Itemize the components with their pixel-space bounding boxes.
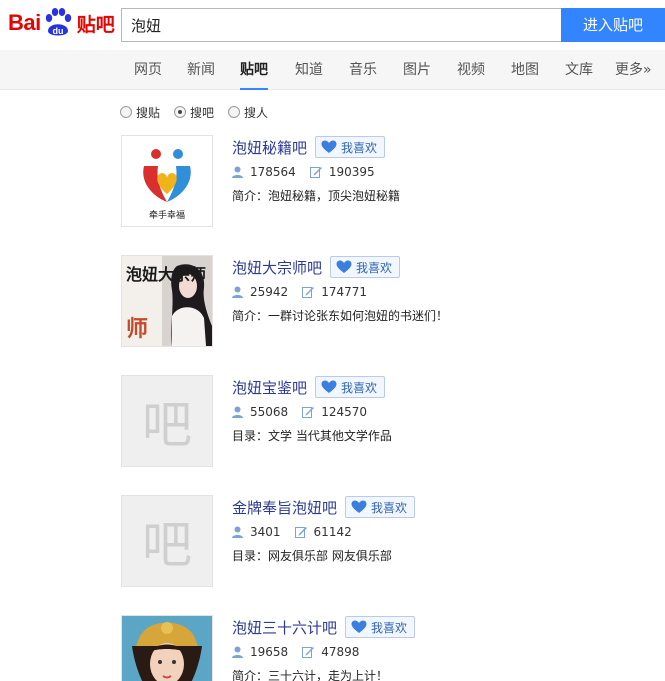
placeholder-glyph: 吧: [142, 516, 192, 574]
edit-icon: [302, 287, 315, 298]
nav-item-images[interactable]: 图片: [403, 50, 431, 90]
bar-description: 简介：泡妞秘籍，顶尖泡妞秘籍: [232, 189, 401, 203]
bar-title-link[interactable]: 泡妞大宗师吧: [232, 257, 322, 278]
edit-icon: [309, 167, 322, 178]
bar-category: 目录：网友俱乐部 网友俱乐部: [232, 549, 392, 563]
bar-title-link[interactable]: 泡妞秘籍吧: [232, 137, 307, 158]
result-item: 泡妞三十六计吧 我喜欢 19658 47898 简介：三十六计，走为上计！: [121, 615, 641, 681]
like-button[interactable]: 我喜欢: [345, 616, 416, 638]
user-icon: [232, 646, 243, 658]
result-item: 泡妞大宗师 师 泡妞大宗师吧 我喜欢 25942 174771 简介：一群讨论张…: [121, 255, 641, 347]
post-count-value: 190395: [328, 165, 375, 179]
user-icon: [232, 166, 243, 178]
nav-item-video[interactable]: 视频: [457, 50, 485, 90]
member-count-value: 55068: [250, 405, 289, 419]
logo-du-text: du: [52, 26, 63, 36]
user-icon: [232, 286, 243, 298]
logo-tieba-text: 贴吧: [76, 13, 115, 36]
placeholder-glyph: 吧: [142, 396, 192, 454]
nav-item-wenku[interactable]: 文库: [565, 50, 593, 90]
bar-description: 简介：一群讨论张东如何泡妞的书迷们！: [232, 309, 449, 323]
radio-button[interactable]: [228, 106, 241, 118]
radio-label: 搜吧: [190, 105, 215, 120]
edit-icon: [294, 527, 307, 538]
member-count-value: 3401: [250, 525, 281, 539]
baidu-tieba-logo[interactable]: Bai du 贴吧: [8, 6, 115, 40]
result-item: 吧 金牌奉旨泡妞吧 我喜欢 3401 61142 目录：网友俱乐部 网友俱乐部: [121, 495, 641, 587]
post-count: 47898: [302, 645, 359, 659]
result-item: 牵手幸福 泡妞秘籍吧 我喜欢 178564 190395 简介：泡妞秘籍，顶尖泡…: [121, 135, 641, 227]
nav-item-zhidao[interactable]: 知道: [295, 50, 323, 90]
post-count-value: 61142: [313, 525, 352, 539]
radio-label: 搜贴: [136, 105, 161, 120]
post-count-value: 174771: [321, 285, 367, 299]
user-icon: [232, 406, 243, 418]
bar-avatar[interactable]: [121, 615, 213, 681]
radio-button-checked[interactable]: [174, 106, 187, 118]
like-button[interactable]: 我喜欢: [315, 136, 386, 158]
header: Bai du 贴吧 进入贴吧: [0, 0, 665, 50]
radio-search-bars[interactable]: 搜吧: [174, 104, 214, 121]
radio-search-users[interactable]: 搜人: [228, 104, 268, 121]
bar-title-link[interactable]: 金牌奉旨泡妞吧: [232, 497, 337, 518]
nav-item-news[interactable]: 新闻: [187, 50, 215, 90]
radio-label: 搜人: [244, 105, 269, 120]
nav-item-web[interactable]: 网页: [134, 50, 162, 90]
member-count: 178564: [232, 165, 296, 179]
heart-icon: [351, 500, 367, 513]
like-label: 我喜欢: [371, 500, 408, 515]
post-count: 174771: [302, 285, 367, 299]
post-count: 124570: [302, 405, 367, 419]
radio-button[interactable]: [120, 106, 132, 118]
nav-item-map[interactable]: 地图: [511, 50, 539, 90]
member-count-value: 178564: [250, 165, 296, 179]
bar-category: 目录：文学 当代其他文学作品: [232, 429, 392, 443]
category-nav: 网页 新闻 贴吧 知道 音乐 图片 视频 地图 文库 更多»: [0, 50, 665, 90]
logo-bai-text: Bai: [8, 10, 41, 35]
post-count: 190395: [309, 165, 375, 179]
member-count: 25942: [232, 285, 288, 299]
member-count-value: 25942: [250, 285, 289, 299]
search-input[interactable]: [121, 8, 562, 42]
bar-avatar-placeholder[interactable]: 吧: [121, 495, 213, 587]
nav-item-tieba[interactable]: 贴吧: [240, 50, 268, 90]
result-item: 吧 泡妞宝鉴吧 我喜欢 55068 124570 目录：文学 当代其他文学作品: [121, 375, 641, 467]
heart-icon: [351, 620, 367, 633]
bar-title-link[interactable]: 泡妞宝鉴吧: [232, 377, 307, 398]
like-label: 我喜欢: [356, 260, 393, 275]
like-label: 我喜欢: [371, 620, 408, 635]
member-count-value: 19658: [250, 645, 289, 659]
thumb-caption: 牵手幸福: [149, 209, 185, 221]
post-count-value: 124570: [321, 405, 367, 419]
edit-icon: [302, 407, 315, 418]
like-button[interactable]: 我喜欢: [315, 376, 386, 398]
enter-tieba-button[interactable]: 进入贴吧: [561, 8, 665, 42]
like-button[interactable]: 我喜欢: [330, 256, 401, 278]
bar-avatar[interactable]: 泡妞大宗师 师: [121, 255, 213, 347]
post-count-value: 47898: [321, 645, 360, 659]
heart-icon: [321, 140, 337, 153]
search-type-radios: 搜贴 搜吧 搜人: [120, 102, 282, 122]
bar-avatar[interactable]: 牵手幸福: [121, 135, 213, 227]
paw-icon: du: [42, 7, 74, 39]
user-icon: [232, 526, 243, 538]
member-count: 55068: [232, 405, 288, 419]
bar-avatar-placeholder[interactable]: 吧: [121, 375, 213, 467]
member-count: 3401: [232, 525, 281, 539]
radio-search-posts[interactable]: 搜贴: [120, 104, 160, 121]
like-label: 我喜欢: [341, 380, 378, 395]
book-title-art: 泡妞大宗师: [126, 265, 206, 284]
svg-text:师: 师: [126, 316, 148, 342]
heart-icon: [321, 380, 337, 393]
nav-item-music[interactable]: 音乐: [349, 50, 377, 90]
like-label: 我喜欢: [341, 140, 378, 155]
like-button[interactable]: 我喜欢: [345, 496, 416, 518]
post-count: 61142: [294, 525, 352, 539]
bar-description: 简介：三十六计，走为上计！: [232, 669, 389, 681]
edit-icon: [302, 647, 315, 658]
nav-item-more[interactable]: 更多»: [615, 50, 652, 90]
member-count: 19658: [232, 645, 288, 659]
bar-title-link[interactable]: 泡妞三十六计吧: [232, 617, 337, 638]
heart-icon: [336, 260, 352, 273]
